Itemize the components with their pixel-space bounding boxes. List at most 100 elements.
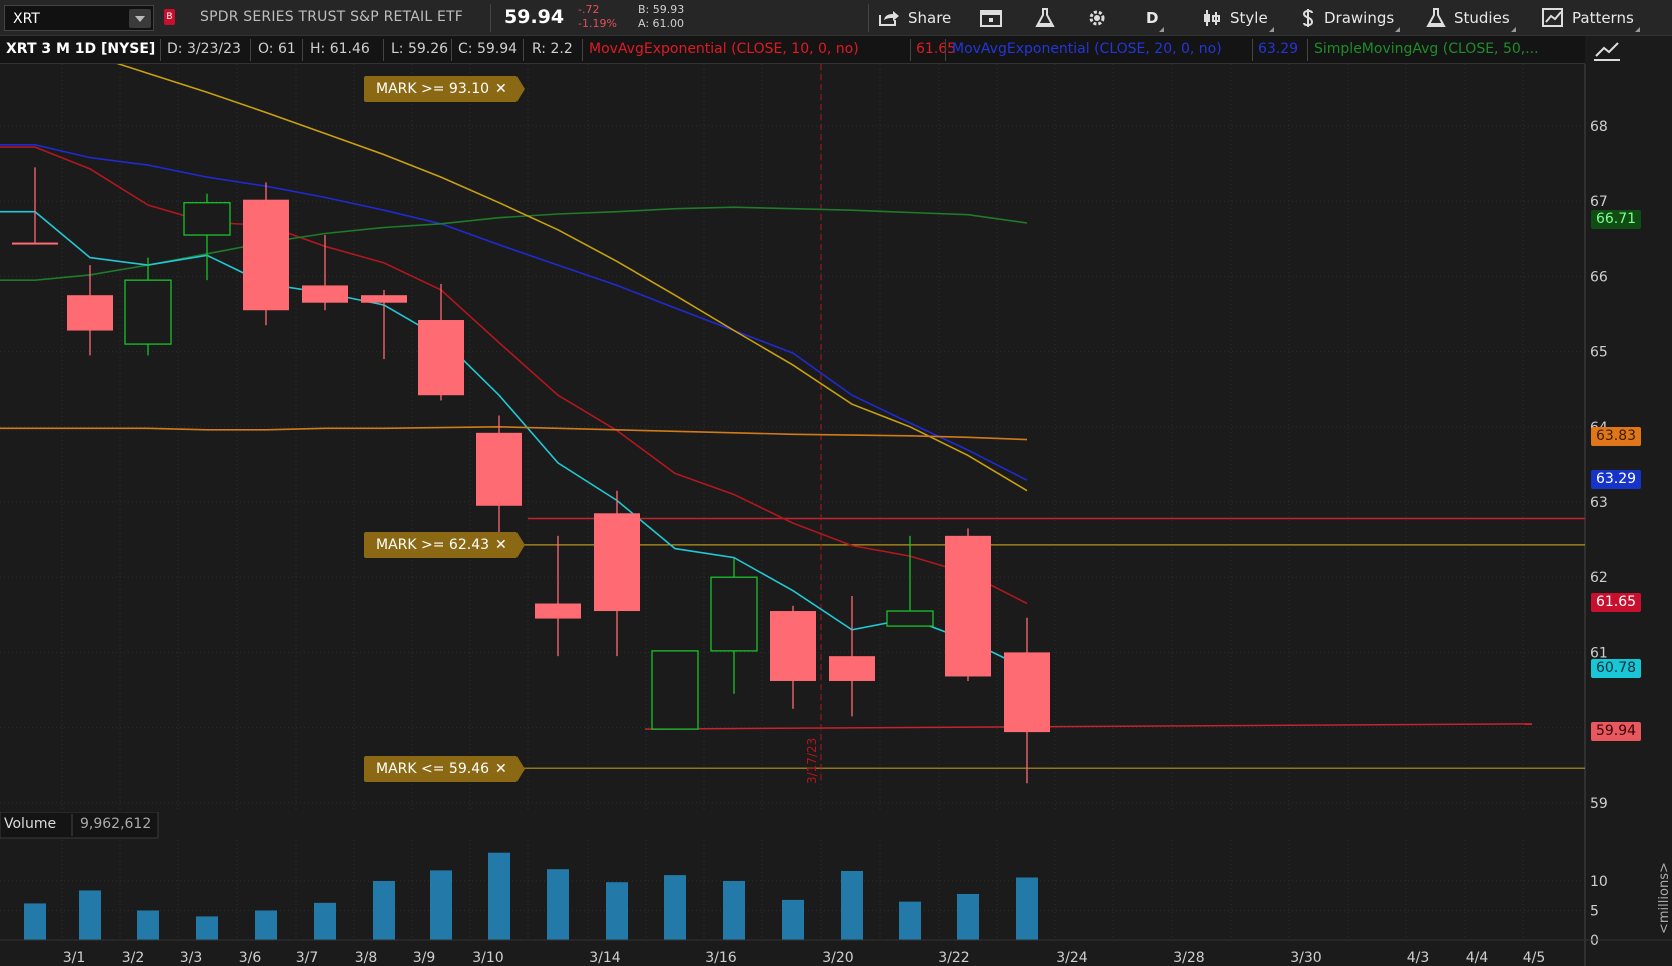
percent-change: -1.19% xyxy=(578,17,617,30)
volume-bar xyxy=(137,910,159,940)
price-chart[interactable]: 686766656463626160593/17/23 xyxy=(0,64,1672,812)
ema20-legend[interactable]: MovAvgExponential (CLOSE, 20, 0, no) xyxy=(952,41,1222,57)
candle-body xyxy=(418,320,464,396)
net-change: -.72 xyxy=(578,3,600,16)
flask-button[interactable] xyxy=(1034,0,1064,36)
volume-bar xyxy=(24,903,46,940)
candle-body xyxy=(12,242,58,245)
candle-body xyxy=(594,513,640,612)
volume-bar xyxy=(782,899,804,940)
volume-bar xyxy=(899,901,921,940)
volume-bar xyxy=(314,902,336,940)
style-button[interactable]: Style xyxy=(1202,0,1274,36)
security-description: SPDR SERIES TRUST S&P RETAIL ETF xyxy=(200,9,464,25)
candle-body xyxy=(945,535,991,677)
divider xyxy=(945,39,946,61)
share-label: Share xyxy=(908,9,952,27)
dropdown-corner-icon xyxy=(1395,27,1401,32)
bar-high: H: 61.46 xyxy=(310,41,370,57)
candle-body xyxy=(886,610,934,627)
bid-price: B: 59.93 xyxy=(638,3,685,16)
share-button[interactable]: Share xyxy=(878,0,951,36)
bar-date: D: 3/23/23 xyxy=(167,41,241,57)
y-tick-label: 62 xyxy=(1590,570,1608,586)
y-tick-label: 67 xyxy=(1590,194,1608,210)
x-tick-label: 4/4 xyxy=(1466,950,1489,966)
patterns-icon xyxy=(1542,8,1563,27)
alert-mark-label[interactable]: MARK >= 93.10 ✕ xyxy=(364,76,525,102)
divider xyxy=(160,39,161,61)
alert-mark-text: MARK >= 62.43 xyxy=(376,537,490,553)
symbol-input[interactable]: XRT xyxy=(4,5,154,31)
price-tag-last: 59.94 xyxy=(1591,722,1641,741)
studies-label: Studies xyxy=(1454,9,1510,27)
volume-bar xyxy=(664,875,686,940)
close-icon[interactable]: ✕ xyxy=(495,761,507,777)
candle-body xyxy=(124,279,172,345)
flask-icon xyxy=(1426,8,1446,27)
volume-unit-label: <millions> xyxy=(1657,862,1672,934)
volume-bar xyxy=(488,852,510,940)
divider xyxy=(250,39,251,61)
ema10-legend[interactable]: MovAvgExponential (CLOSE, 10, 0, no) xyxy=(589,41,859,57)
dropdown-corner-icon xyxy=(1510,27,1516,32)
candle-body xyxy=(183,202,231,236)
divider xyxy=(383,39,384,61)
calendar-button[interactable] xyxy=(980,0,1012,36)
alert-mark-label[interactable]: MARK >= 62.43 ✕ xyxy=(364,532,525,558)
volume-bar xyxy=(547,869,569,940)
volume-chart[interactable]: 10 5 0 <millions> 3/1 3/2 3/3 3/6 3/7 3/8 3/9 3/10 3… xyxy=(0,812,1672,966)
volume-label: Volume xyxy=(4,816,57,832)
divider xyxy=(582,39,583,61)
bar-range: R: 2.2 xyxy=(532,41,573,57)
volume-bar xyxy=(255,910,277,940)
drawings-label: Drawings xyxy=(1324,9,1395,27)
alert-mark-text: MARK <= 59.46 xyxy=(376,761,490,777)
y-tick-label: 66 xyxy=(1590,269,1608,285)
dropdown-corner-icon xyxy=(1268,27,1274,32)
candle xyxy=(651,650,699,730)
bar-close: C: 59.94 xyxy=(458,41,518,57)
symbol-dropdown-button[interactable] xyxy=(129,9,151,28)
x-tick-label: 3/1 xyxy=(63,950,86,966)
alert-mark-label[interactable]: MARK <= 59.46 ✕ xyxy=(364,756,525,782)
drawing-mode-icon[interactable] xyxy=(1592,40,1622,64)
period-label: D xyxy=(1146,9,1159,27)
divider xyxy=(523,39,524,61)
drawings-button[interactable]: Drawings xyxy=(1300,0,1401,36)
price-tag-ema10: 61.65 xyxy=(1591,593,1641,612)
chart-title[interactable]: XRT 3 M 1D [NYSE] xyxy=(6,41,155,57)
divider xyxy=(302,39,303,61)
candle-body xyxy=(476,432,522,506)
divider xyxy=(490,4,491,32)
close-icon[interactable]: ✕ xyxy=(495,537,507,553)
x-tick-label: 4/3 xyxy=(1407,950,1430,966)
volume-bar xyxy=(1016,877,1038,940)
x-tick-label: 3/3 xyxy=(180,950,203,966)
style-label: Style xyxy=(1230,9,1268,27)
volume-bar xyxy=(957,893,979,940)
gear-icon xyxy=(1089,10,1105,26)
candle-body xyxy=(770,611,816,681)
x-tick-label: 3/24 xyxy=(1056,950,1088,966)
candle-body xyxy=(535,603,581,619)
sma50-legend[interactable]: SimpleMovingAvg (CLOSE, 50,... xyxy=(1314,41,1539,57)
close-icon[interactable]: ✕ xyxy=(495,81,507,97)
x-tick-label: 3/20 xyxy=(822,950,853,966)
account-flag-badge[interactable]: B xyxy=(164,9,175,25)
volume-bar xyxy=(373,881,395,940)
x-tick-label: 3/9 xyxy=(413,950,436,966)
volume-bar xyxy=(79,890,101,940)
x-tick-label: 3/2 xyxy=(122,950,145,966)
studies-button[interactable]: Studies xyxy=(1426,0,1516,36)
patterns-button[interactable]: Patterns xyxy=(1542,0,1640,36)
settings-button[interactable] xyxy=(1086,0,1116,36)
period-selector[interactable]: D xyxy=(1146,0,1165,36)
price-tag-sma-orange: 63.83 xyxy=(1591,427,1641,446)
x-tick-label: 3/22 xyxy=(938,950,969,966)
bid-ask: B: 59.93 A: 61.00 xyxy=(638,3,684,31)
y-tick-label: 68 xyxy=(1590,119,1608,135)
divider xyxy=(451,39,452,61)
divider xyxy=(868,4,869,32)
volume-bar xyxy=(606,882,628,940)
